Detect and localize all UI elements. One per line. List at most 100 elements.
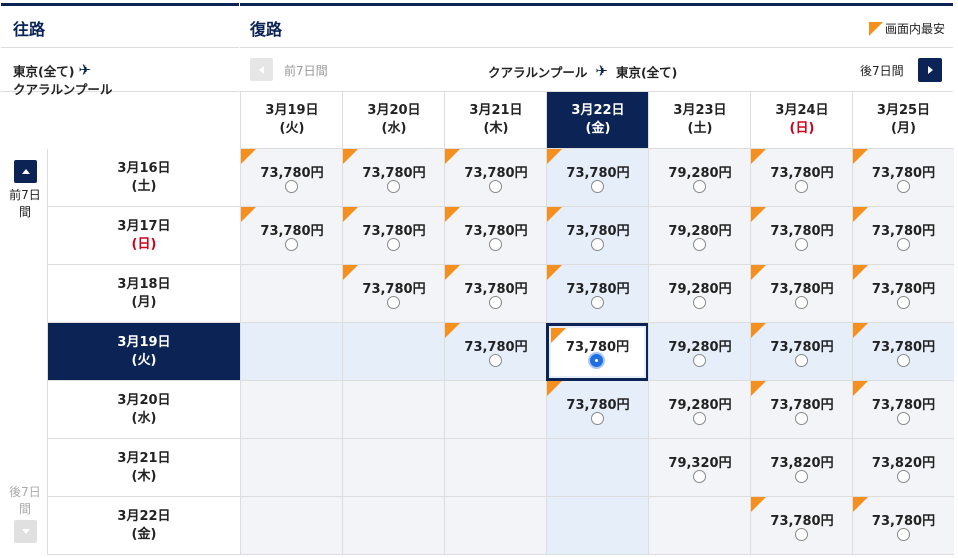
fare-radio[interactable] xyxy=(387,238,400,251)
outbound-date-header[interactable]: 3月18日 (月) xyxy=(48,265,240,323)
fare-radio[interactable] xyxy=(387,180,400,193)
fare-cell[interactable]: 73,780円 xyxy=(342,265,445,323)
fare-cell[interactable]: 73,780円 xyxy=(546,381,649,439)
fare-cell[interactable]: 73,780円 xyxy=(750,323,853,381)
fare-radio[interactable] xyxy=(590,354,603,367)
fare-cell[interactable]: 79,280円 xyxy=(648,381,751,439)
fare-cell[interactable]: 79,320円 xyxy=(648,439,751,497)
return-weekday: (木) xyxy=(483,121,509,136)
fare-cell[interactable]: 73,820円 xyxy=(852,439,954,497)
fare-cell[interactable]: 73,780円 xyxy=(342,149,445,207)
fare-radio[interactable] xyxy=(591,296,604,309)
fare-cell[interactable]: 73,780円 xyxy=(546,207,649,265)
fare-radio[interactable] xyxy=(285,238,298,251)
return-weekday: (日) xyxy=(789,121,815,136)
fare-cell[interactable]: 73,780円 xyxy=(750,381,853,439)
fare-price: 73,780円 xyxy=(260,166,324,181)
fare-cell[interactable]: 79,280円 xyxy=(648,207,751,265)
fare-radio[interactable] xyxy=(285,180,298,193)
fare-cell[interactable]: 73,780円 xyxy=(852,323,954,381)
return-date-header[interactable]: 3月24日 (日) xyxy=(750,92,853,149)
fare-cell[interactable]: 73,780円 xyxy=(852,381,954,439)
return-date-header[interactable]: 3月19日 (火) xyxy=(240,92,343,149)
fare-radio[interactable] xyxy=(795,180,808,193)
fare-cell[interactable]: 73,780円 xyxy=(852,265,954,323)
fare-cell[interactable]: 73,780円 xyxy=(546,323,649,381)
fare-radio[interactable] xyxy=(795,470,808,483)
fare-cell[interactable]: 73,780円 xyxy=(444,265,547,323)
fare-radio[interactable] xyxy=(897,180,910,193)
fare-radio[interactable] xyxy=(693,296,706,309)
return-date-header[interactable]: 3月23日 (土) xyxy=(648,92,751,149)
fare-radio[interactable] xyxy=(897,470,910,483)
fare-cell[interactable]: 73,780円 xyxy=(546,265,649,323)
fare-cell[interactable]: 73,780円 xyxy=(444,323,547,381)
fare-radio[interactable] xyxy=(591,412,604,425)
fare-radio[interactable] xyxy=(489,180,502,193)
fare-cell[interactable]: 73,780円 xyxy=(852,207,954,265)
fare-radio[interactable] xyxy=(693,412,706,425)
fare-radio[interactable] xyxy=(693,180,706,193)
fare-cell[interactable]: 73,820円 xyxy=(750,439,853,497)
prev-7-days-button[interactable] xyxy=(250,58,273,81)
outbound-date-header[interactable]: 3月19日 (火) xyxy=(48,323,240,381)
fare-cell[interactable]: 79,280円 xyxy=(648,149,751,207)
outbound-date-header[interactable]: 3月16日 (土) xyxy=(48,149,240,207)
outbound-next-7-days-label[interactable]: 後7日間 xyxy=(5,484,45,518)
fare-radio[interactable] xyxy=(795,238,808,251)
return-date-header[interactable]: 3月22日 (金) xyxy=(546,92,649,149)
fare-radio[interactable] xyxy=(693,354,706,367)
fare-cell[interactable]: 73,780円 xyxy=(342,207,445,265)
empty-fare-cell xyxy=(444,439,547,497)
prev-7-days-label[interactable]: 前7日間 xyxy=(284,62,328,79)
fare-radio[interactable] xyxy=(897,238,910,251)
return-weekday: (月) xyxy=(891,121,916,136)
return-date-header[interactable]: 3月20日 (水) xyxy=(342,92,445,149)
next-7-days-button[interactable] xyxy=(918,58,942,82)
fare-cell[interactable]: 73,780円 xyxy=(750,265,853,323)
return-date: 3月24日 xyxy=(775,103,829,118)
empty-fare-cell xyxy=(240,439,343,497)
outbound-prev-7-days-label[interactable]: 前7日間 xyxy=(5,187,45,221)
return-date-header[interactable]: 3月25日 (月) xyxy=(852,92,954,149)
fare-cell[interactable]: 73,780円 xyxy=(546,149,649,207)
outbound-next-7-days-button[interactable] xyxy=(14,520,37,543)
fare-radio[interactable] xyxy=(795,296,808,309)
fare-radio[interactable] xyxy=(387,296,400,309)
fare-radio[interactable] xyxy=(693,470,706,483)
fare-radio[interactable] xyxy=(489,354,502,367)
fare-cell[interactable]: 73,780円 xyxy=(240,207,343,265)
outbound-date-header[interactable]: 3月17日 (日) xyxy=(48,207,240,265)
fare-radio[interactable] xyxy=(489,296,502,309)
fare-radio[interactable] xyxy=(693,238,706,251)
fare-cell[interactable]: 73,780円 xyxy=(852,497,954,555)
fare-cell[interactable]: 73,780円 xyxy=(444,149,547,207)
fare-radio[interactable] xyxy=(795,412,808,425)
outbound-date-header[interactable]: 3月21日 (木) xyxy=(48,439,240,497)
fare-cell[interactable]: 73,780円 xyxy=(750,497,853,555)
return-date-header[interactable]: 3月21日 (木) xyxy=(444,92,547,149)
fare-radio[interactable] xyxy=(591,238,604,251)
fare-cell[interactable]: 73,780円 xyxy=(444,207,547,265)
fare-radio[interactable] xyxy=(591,180,604,193)
fare-cell[interactable]: 79,280円 xyxy=(648,265,751,323)
fare-radio[interactable] xyxy=(489,238,502,251)
fare-radio[interactable] xyxy=(795,528,808,541)
fare-radio[interactable] xyxy=(897,354,910,367)
fare-radio[interactable] xyxy=(897,412,910,425)
outbound-date-header[interactable]: 3月22日 (金) xyxy=(48,497,240,555)
fare-cell[interactable]: 73,780円 xyxy=(750,149,853,207)
fare-cell[interactable]: 79,280円 xyxy=(648,323,751,381)
fare-cell[interactable]: 73,780円 xyxy=(750,207,853,265)
outbound-prev-7-days-button[interactable] xyxy=(14,160,37,183)
fare-price: 73,780円 xyxy=(871,224,936,239)
empty-fare-cell xyxy=(240,265,343,323)
outbound-date-header[interactable]: 3月20日 (水) xyxy=(48,381,240,439)
fare-radio[interactable] xyxy=(897,296,910,309)
next-7-days-label[interactable]: 後7日間 xyxy=(860,62,904,79)
fare-radio[interactable] xyxy=(795,354,808,367)
fare-radio[interactable] xyxy=(897,528,910,541)
airplane-icon: ✈ xyxy=(78,61,92,79)
fare-cell[interactable]: 73,780円 xyxy=(240,149,343,207)
fare-cell[interactable]: 73,780円 xyxy=(852,149,954,207)
